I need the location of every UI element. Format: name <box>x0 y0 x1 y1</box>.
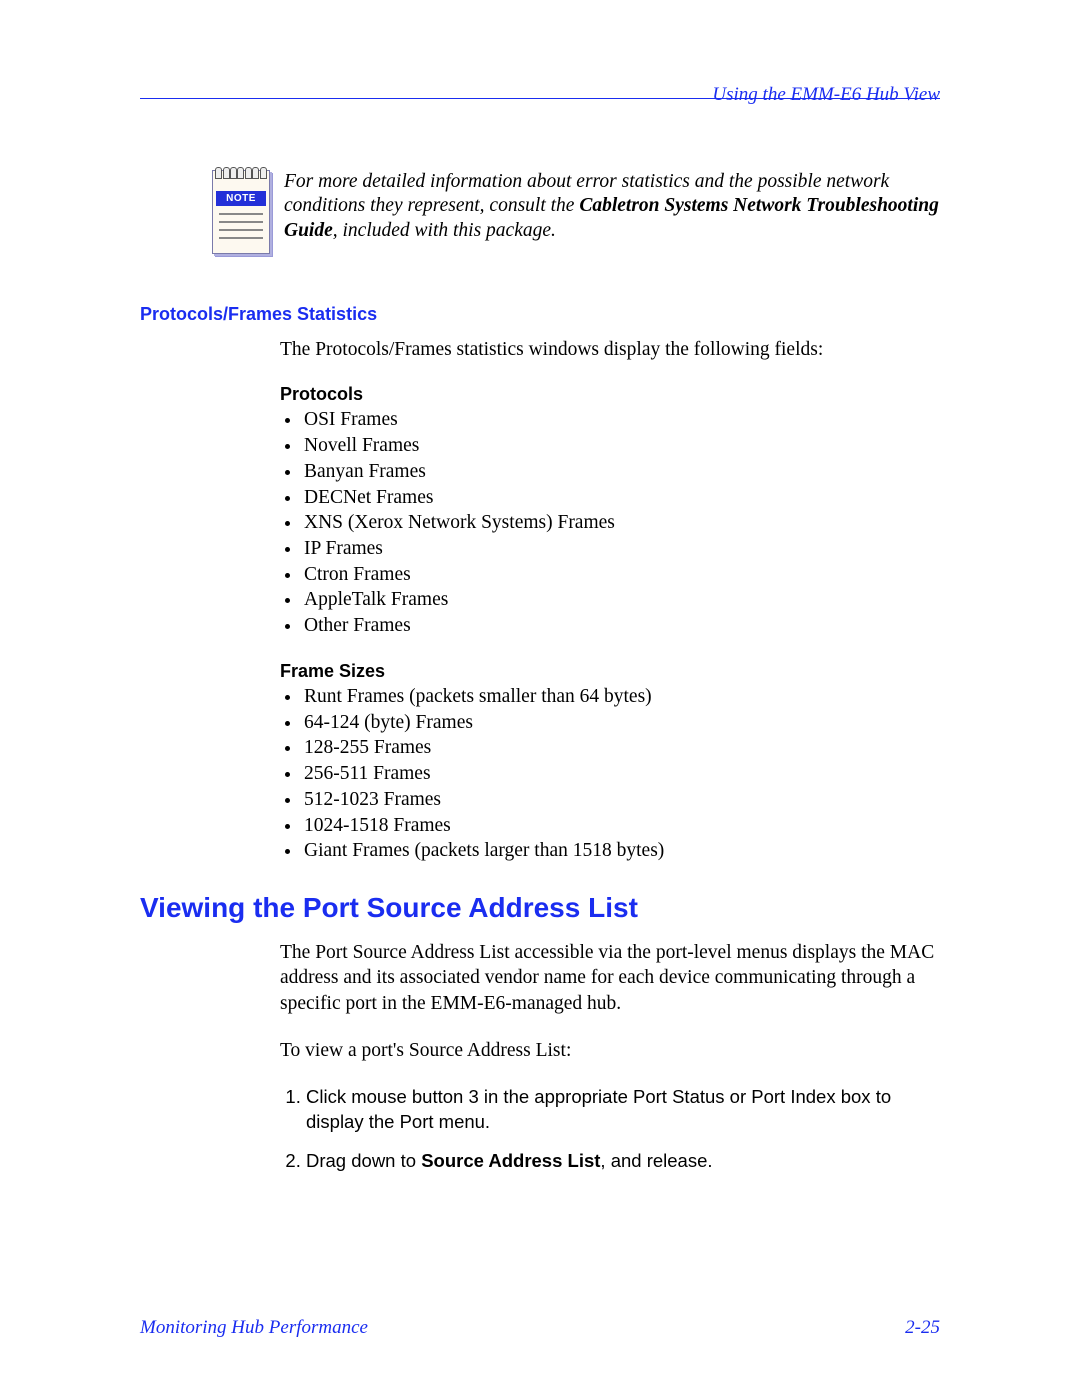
protocols-heading: Protocols <box>280 384 940 405</box>
list-item: DECNet Frames <box>302 485 940 511</box>
list-item: 1024-1518 Frames <box>302 813 940 839</box>
list-item: OSI Frames <box>302 407 940 433</box>
page: Using the EMM-E6 Hub View NOTE For more … <box>0 0 1080 1397</box>
section-intro: The Protocols/Frames statistics windows … <box>280 337 940 362</box>
footer: Monitoring Hub Performance 2-25 <box>140 1317 940 1339</box>
list-item: 128-255 Frames <box>302 735 940 761</box>
addr-para1: The Port Source Address List accessible … <box>280 940 940 1016</box>
section-heading: Protocols/Frames Statistics <box>140 304 940 325</box>
protocols-list: OSI Frames Novell Frames Banyan Frames D… <box>280 407 940 639</box>
note-block: NOTE For more detailed information about… <box>140 170 940 254</box>
list-item: Banyan Frames <box>302 459 940 485</box>
steps-list: Click mouse button 3 in the appropriate … <box>280 1085 940 1174</box>
list-item: Runt Frames (packets smaller than 64 byt… <box>302 684 940 710</box>
footer-left: Monitoring Hub Performance <box>140 1317 368 1339</box>
list-item: Other Frames <box>302 613 940 639</box>
list-item: XNS (Xerox Network Systems) Frames <box>302 510 940 536</box>
note-badge: NOTE <box>216 191 266 206</box>
h2-heading: Viewing the Port Source Address List <box>140 892 940 924</box>
addr-para2: To view a port's Source Address List: <box>280 1038 940 1063</box>
note-text-b: , included with this package. <box>333 220 556 241</box>
list-item: 512-1023 Frames <box>302 787 940 813</box>
step-pre: Click mouse button 3 in the appropriate … <box>306 1086 891 1132</box>
header-rule <box>140 98 940 99</box>
footer-right: 2-25 <box>905 1317 940 1339</box>
list-item: IP Frames <box>302 536 940 562</box>
list-item: 64-124 (byte) Frames <box>302 710 940 736</box>
body-column: The Protocols/Frames statistics windows … <box>280 337 940 864</box>
list-item: AppleTalk Frames <box>302 587 940 613</box>
addr-body: The Port Source Address List accessible … <box>280 940 940 1174</box>
list-item: 256-511 Frames <box>302 761 940 787</box>
running-header: Using the EMM-E6 Hub View <box>712 84 940 106</box>
content-area: NOTE For more detailed information about… <box>140 170 940 1188</box>
step-item: Click mouse button 3 in the appropriate … <box>306 1085 940 1135</box>
list-item: Ctron Frames <box>302 562 940 588</box>
step-bold: Source Address List <box>421 1150 600 1171</box>
frame-sizes-heading: Frame Sizes <box>280 661 940 682</box>
list-item: Novell Frames <box>302 433 940 459</box>
step-item: Drag down to Source Address List, and re… <box>306 1149 940 1174</box>
note-text: For more detailed information about erro… <box>284 170 940 243</box>
frame-sizes-list: Runt Frames (packets smaller than 64 byt… <box>280 684 940 864</box>
step-pre: Drag down to <box>306 1150 421 1171</box>
note-icon: NOTE <box>212 170 270 254</box>
list-item: Giant Frames (packets larger than 1518 b… <box>302 838 940 864</box>
step-post: , and release. <box>600 1150 712 1171</box>
